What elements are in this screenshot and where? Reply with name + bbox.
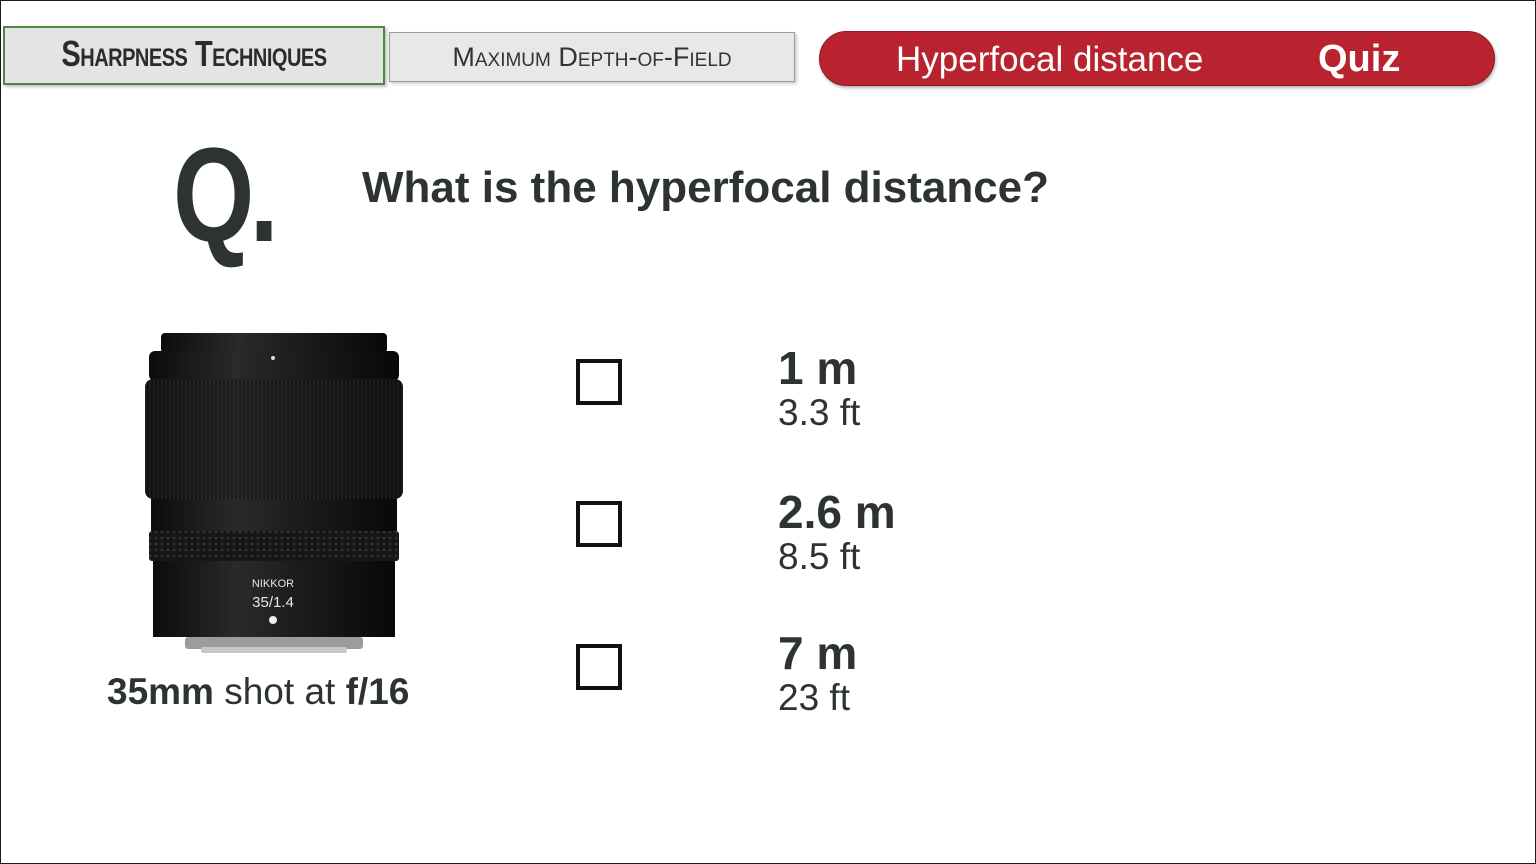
option-2-metric: 2.6 m <box>778 486 896 538</box>
option-2-imperial: 8.5 ft <box>778 536 861 577</box>
caption-focal-length: 35mm <box>107 671 214 712</box>
subsection-title: Maximum Depth-of-Field <box>452 41 732 72</box>
slide: Sharpness Techniques Maximum Depth-of-Fi… <box>0 0 1536 864</box>
option-1-checkbox[interactable] <box>576 359 622 405</box>
camera-lens-icon: NIKKOR 35/1.4 <box>145 333 403 653</box>
lens-brand: NIKKOR <box>252 578 294 590</box>
question-text: What is the hyperfocal distance? <box>362 163 1050 212</box>
caption-aperture: f/16 <box>345 671 410 712</box>
option-3-checkbox[interactable] <box>576 644 622 690</box>
option-2-checkbox[interactable] <box>576 501 622 547</box>
subsection-tab[interactable]: Maximum Depth-of-Field <box>389 32 795 82</box>
question-marker: Q. <box>173 121 279 270</box>
section-tab[interactable]: Sharpness Techniques <box>3 26 385 85</box>
option-1-metric: 1 m <box>778 342 858 394</box>
lens-spec: 35/1.4 <box>252 594 294 611</box>
caption-connector: shot at <box>213 671 346 712</box>
option-1-imperial: 3.3 ft <box>778 392 861 433</box>
quiz-badge: Quiz <box>1318 38 1401 80</box>
option-3-metric: 7 m <box>778 627 858 679</box>
topic-banner: Hyperfocal distance Quiz <box>819 31 1495 86</box>
lens-caption: 35mm shot at f/16 <box>107 671 447 713</box>
topic-title: Hyperfocal distance <box>896 40 1204 79</box>
option-3-imperial: 23 ft <box>778 677 850 718</box>
section-title: Sharpness Techniques <box>61 34 327 75</box>
